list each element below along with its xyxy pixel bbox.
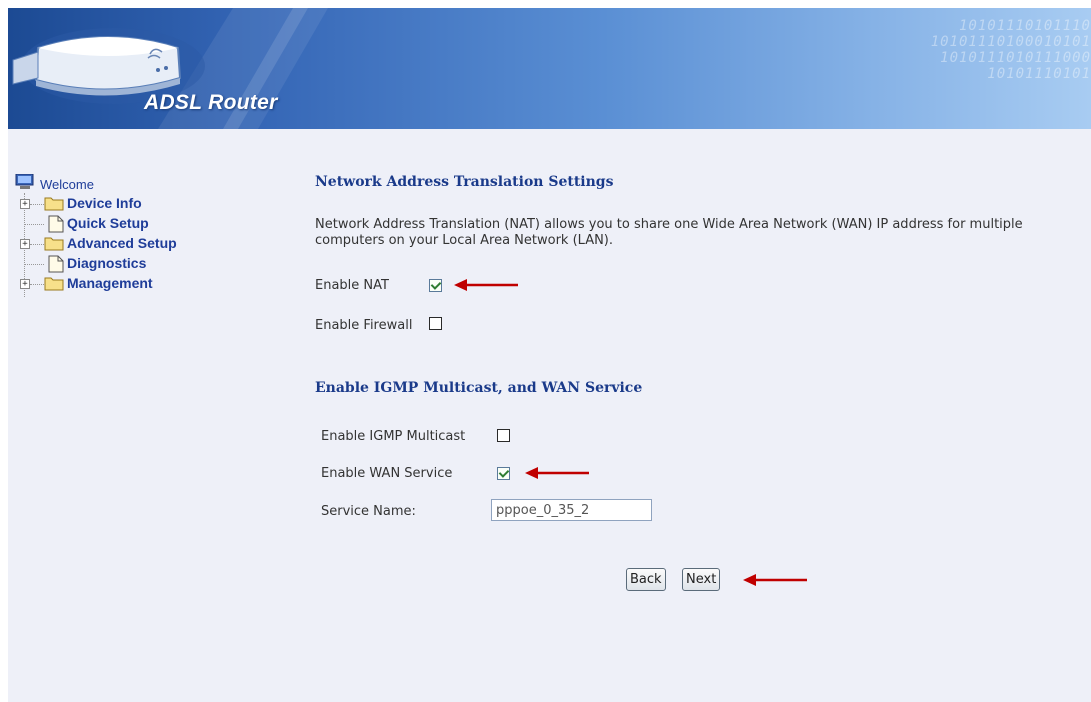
enable-igmp-label: Enable IGMP Multicast (321, 429, 466, 444)
folder-icon (44, 237, 64, 251)
next-button[interactable]: Next (682, 568, 721, 591)
sidebar-item-quick-setup[interactable]: Quick Setup (15, 214, 215, 234)
service-name-label: Service Name: (321, 504, 416, 519)
sidebar-item-label[interactable]: Device Info (67, 195, 142, 211)
annotation-arrow-icon (454, 279, 518, 291)
sidebar-item-device-info[interactable]: + Device Info (15, 194, 215, 214)
back-button[interactable]: Back (626, 568, 666, 591)
enable-nat-checkbox[interactable] (429, 279, 442, 292)
sidebar-item-label[interactable]: Quick Setup (67, 215, 149, 231)
enable-nat-label: Enable NAT (315, 278, 389, 293)
annotation-arrow-icon (525, 467, 589, 479)
binary-decoration: 10101110101110 10101110100010101 1010111… (930, 18, 1091, 82)
nat-description: Network Address Translation (NAT) allows… (315, 217, 1023, 248)
expand-icon[interactable]: + (20, 199, 30, 209)
sidebar-item-diagnostics[interactable]: Diagnostics (15, 254, 215, 274)
sidebar-item-label[interactable]: Advanced Setup (67, 235, 177, 251)
folder-icon (44, 197, 64, 211)
nat-section-title: Network Address Translation Settings (315, 174, 614, 190)
computer-icon (15, 174, 34, 189)
document-icon (48, 255, 64, 273)
sidebar-item-label[interactable]: Diagnostics (67, 255, 146, 271)
sidebar-item-management[interactable]: + Management (15, 274, 215, 294)
header-banner: ADSL Router 10101110101110 1010111010001… (8, 8, 1091, 129)
enable-firewall-checkbox[interactable] (429, 317, 442, 330)
enable-wan-checkbox[interactable] (497, 467, 510, 480)
sidebar-item-label[interactable]: Management (67, 275, 153, 291)
expand-icon[interactable]: + (20, 279, 30, 289)
igmp-section-title: Enable IGMP Multicast, and WAN Service (315, 380, 643, 396)
folder-icon (44, 277, 64, 291)
sidebar-root-label[interactable]: Welcome (40, 177, 94, 192)
enable-igmp-checkbox[interactable] (497, 429, 510, 442)
brand-name: ADSL Router (144, 91, 278, 114)
enable-wan-label: Enable WAN Service (321, 466, 453, 481)
service-name-input[interactable] (491, 499, 652, 521)
document-icon (48, 215, 64, 233)
expand-icon[interactable]: + (20, 239, 30, 249)
sidebar-item-advanced-setup[interactable]: + Advanced Setup (15, 234, 215, 254)
sidebar-root-welcome[interactable]: Welcome (15, 174, 135, 194)
enable-firewall-label: Enable Firewall (315, 318, 413, 333)
page-frame: ADSL Router 10101110101110 1010111010001… (8, 8, 1091, 702)
annotation-arrow-icon (743, 574, 807, 586)
